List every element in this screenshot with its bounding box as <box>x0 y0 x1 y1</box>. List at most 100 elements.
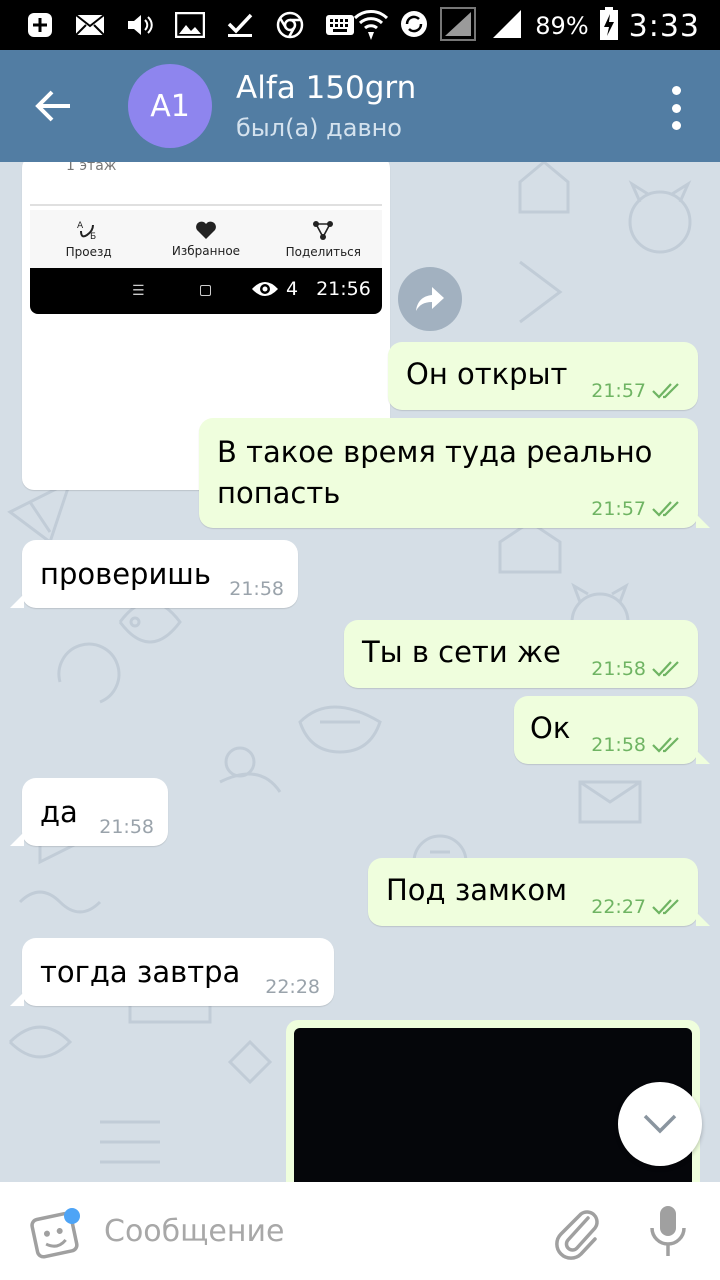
incoming-message[interactable]: проверишь 21:58 <box>10 540 298 608</box>
square-icon <box>200 285 211 296</box>
more-menu-button[interactable] <box>666 86 686 130</box>
battery-percent: 89% <box>535 12 589 40</box>
card-actions-bar: АБ Проезд Избранное Поделиться <box>30 210 382 268</box>
share-icon <box>313 221 334 240</box>
menu-icon: ☰ <box>132 283 145 299</box>
message-time: 21:56 <box>316 278 371 300</box>
message-time: 21:57 <box>591 380 646 402</box>
bubble-tail <box>10 594 24 608</box>
dot-icon <box>671 103 681 113</box>
notification-icons <box>24 10 356 40</box>
share-action[interactable]: Поделиться <box>268 210 378 268</box>
favorite-action[interactable]: Избранное <box>151 210 261 268</box>
scroll-to-bottom-button[interactable] <box>618 1082 702 1166</box>
outgoing-message[interactable]: Ок 21:58 <box>514 696 710 764</box>
route-action[interactable]: АБ Проезд <box>34 210 144 268</box>
share-label: Поделиться <box>285 245 362 259</box>
battery-icon <box>599 7 619 45</box>
incoming-message[interactable]: тогда завтра 22:28 <box>10 938 334 1006</box>
double-check-icon <box>652 661 679 677</box>
signal-icon <box>489 6 525 46</box>
chat-title[interactable]: Alfa 150grn <box>236 70 416 106</box>
dot-icon <box>671 121 681 130</box>
check-icon <box>224 10 256 40</box>
outgoing-message[interactable]: Под замком 22:27 <box>368 858 710 926</box>
message-text: Ок <box>530 711 571 745</box>
double-check-icon <box>652 899 679 915</box>
add-icon <box>24 10 56 40</box>
message-time: 21:58 <box>591 734 646 756</box>
message-text: тогда завтра <box>40 955 241 989</box>
paperclip-icon <box>555 1210 599 1260</box>
gallery-icon <box>174 10 206 40</box>
keyboard-icon <box>324 10 356 40</box>
message-time: 21:57 <box>591 498 646 520</box>
route-label: Проезд <box>65 245 112 259</box>
message-text-line2: попасть <box>217 476 341 510</box>
eye-icon <box>252 282 278 296</box>
avatar[interactable]: A1 <box>128 64 212 148</box>
floor-text: 1 этаж <box>66 162 117 174</box>
signal-icon <box>439 6 479 46</box>
message-text: Под замком <box>386 873 568 907</box>
chat-area[interactable]: 1 этаж АБ Проезд Избранное Поделиться ☰ … <box>0 162 720 1182</box>
message-meta: 21:58 <box>591 658 682 680</box>
message-text: Ты в сети же <box>362 635 561 669</box>
svg-text:А: А <box>77 221 84 231</box>
message-time: 21:58 <box>229 578 284 600</box>
dot-icon <box>671 86 681 95</box>
message-text: Он открыт <box>406 357 568 391</box>
bubble-tail <box>696 912 710 926</box>
incoming-message[interactable]: да 21:58 <box>10 778 168 846</box>
system-icons: 89% 3:33 <box>353 6 700 46</box>
message-time: 21:58 <box>591 658 646 680</box>
double-check-icon <box>652 737 679 753</box>
outgoing-message[interactable]: Он открыт 21:57 <box>388 342 698 410</box>
double-check-icon <box>652 383 679 399</box>
route-icon: АБ <box>77 221 96 241</box>
message-time: 22:28 <box>265 976 320 998</box>
wifi-icon <box>353 6 389 46</box>
views-count: 4 <box>286 278 299 300</box>
heart-icon <box>196 221 216 239</box>
double-check-icon <box>652 501 679 517</box>
message-meta: 22:27 <box>591 896 682 918</box>
divider <box>30 204 382 206</box>
favorite-label: Избранное <box>171 244 241 258</box>
sticker-button[interactable] <box>28 1206 82 1260</box>
outgoing-message[interactable]: Ты в сети же 21:58 <box>344 620 698 688</box>
status-bar: 89% 3:33 <box>0 0 720 50</box>
screenshot-nav-bar: ☰ 4 21:56 <box>30 268 382 314</box>
message-meta: 21:58 <box>591 734 682 756</box>
chevron-down-icon <box>643 1114 677 1134</box>
clock: 3:33 <box>628 8 700 44</box>
sync-icon <box>399 9 429 43</box>
arrow-left-icon <box>35 90 70 122</box>
message-text-line1: В такое время туда реально <box>217 435 653 469</box>
message-meta: 21:57 <box>591 380 682 402</box>
chrome-icon <box>274 10 306 40</box>
bubble-tail <box>696 514 710 528</box>
bubble-tail <box>696 750 710 764</box>
svg-text:Б: Б <box>90 232 96 241</box>
forward-button[interactable] <box>398 267 462 331</box>
microphone-icon <box>650 1206 686 1256</box>
sticker-icon <box>30 1208 80 1259</box>
message-text: да <box>40 795 78 829</box>
message-text: проверишь <box>40 557 211 591</box>
outgoing-message[interactable]: В такое время туда реально попасть 21:57 <box>199 418 710 528</box>
views-info: 4 21:56 <box>250 278 371 300</box>
message-meta: 21:58 <box>229 578 284 600</box>
microphone-button[interactable] <box>646 1204 690 1260</box>
message-input[interactable] <box>104 1208 524 1254</box>
message-meta: 21:58 <box>99 816 154 838</box>
attach-button[interactable] <box>552 1204 602 1260</box>
message-input-bar <box>0 1182 720 1280</box>
back-button[interactable] <box>30 82 78 130</box>
bubble-tail <box>10 992 24 1006</box>
last-seen-status: был(а) давно <box>236 114 402 142</box>
forward-icon <box>416 287 444 311</box>
chat-header: A1 Alfa 150grn был(а) давно <box>0 50 720 162</box>
message-meta: 21:57 <box>591 498 682 520</box>
volume-icon <box>124 10 156 40</box>
